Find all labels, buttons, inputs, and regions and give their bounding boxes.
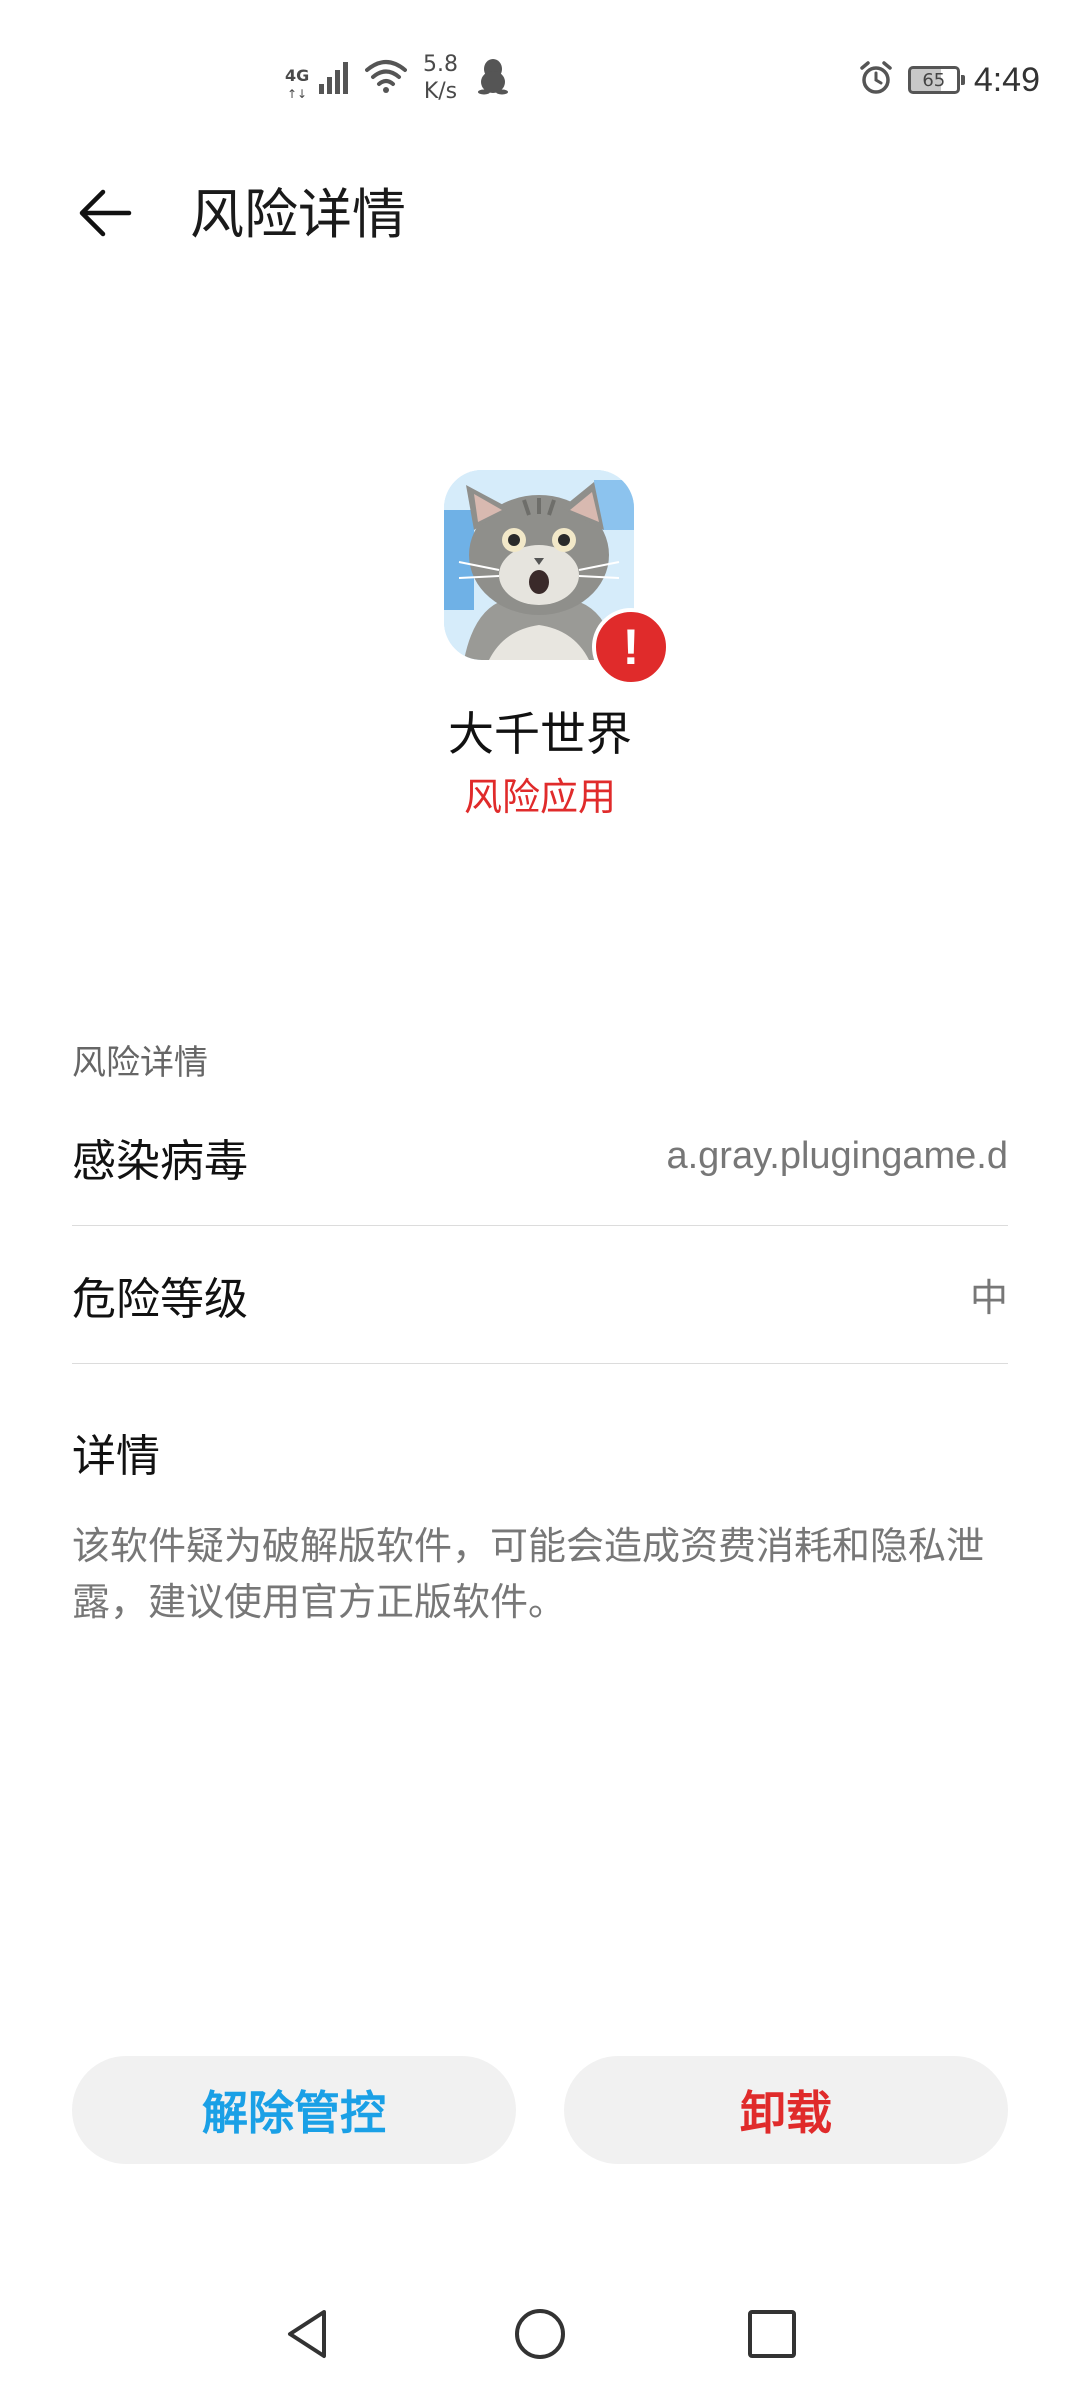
detail-label: 详情 xyxy=(72,1431,160,1482)
app-name: 大千世界 xyxy=(448,707,632,761)
qq-penguin-icon xyxy=(478,57,508,99)
network-speed-unit: K/s xyxy=(423,79,458,104)
network-type-label: 4G xyxy=(285,66,310,85)
battery-level: 65 xyxy=(922,69,946,91)
signal-icon xyxy=(319,58,353,98)
nav-back-button[interactable] xyxy=(258,2286,358,2386)
triangle-back-icon xyxy=(280,2306,336,2366)
status-time: 4:49 xyxy=(973,60,1040,99)
square-recents-icon xyxy=(744,2306,800,2366)
release-control-button[interactable]: 解除管控 xyxy=(72,2056,516,2164)
app-risk-status: 风险应用 xyxy=(463,775,616,819)
alarm-icon xyxy=(858,60,894,100)
navigation-bar xyxy=(0,2286,1080,2400)
nav-home-button[interactable] xyxy=(490,2286,590,2386)
status-bar: 4G ↑↓ 5.8 K/s 65 4:49 xyxy=(0,0,1080,160)
risk-level-value: 中 xyxy=(969,1276,1008,1320)
network-speed: 5.8 K/s xyxy=(423,51,458,105)
app-icon-container: ! xyxy=(444,470,670,686)
network-activity-label: ↑↓ xyxy=(287,87,308,101)
header: 风险详情 xyxy=(0,160,1080,290)
detail-text: 该软件疑为破解版软件，可能会造成资费消耗和隐私泄露，建议使用官方正版软件。 xyxy=(72,1524,985,1624)
exclamation-icon: ! xyxy=(592,608,670,686)
virus-label: 感染病毒 xyxy=(72,1135,248,1187)
circle-home-icon xyxy=(512,2306,568,2366)
nav-recents-button[interactable] xyxy=(722,2286,822,2386)
status-left: 4G ↑↓ 5.8 K/s xyxy=(285,48,508,108)
virus-row: 感染病毒 a.gray.plugingame.d xyxy=(72,1088,1008,1226)
network-speed-value: 5.8 xyxy=(423,52,458,77)
status-right: 65 4:49 xyxy=(858,50,1040,110)
risk-level-label: 危险等级 xyxy=(72,1273,248,1325)
battery-icon: 65 xyxy=(907,66,965,94)
network-type-indicator: 4G ↑↓ xyxy=(285,58,310,102)
app-info: ! 大千世界 风险应用 xyxy=(0,460,1080,840)
page-title: 风险详情 xyxy=(190,183,406,246)
risk-level-row: 危险等级 中 xyxy=(72,1226,1008,1364)
back-button[interactable] xyxy=(60,170,150,260)
arrow-left-icon xyxy=(75,183,135,247)
uninstall-button[interactable]: 卸载 xyxy=(564,2056,1008,2164)
virus-value: a.gray.plugingame.d xyxy=(666,1135,1008,1177)
wifi-icon xyxy=(365,58,407,98)
section-title: 风险详情 xyxy=(72,1043,208,1083)
